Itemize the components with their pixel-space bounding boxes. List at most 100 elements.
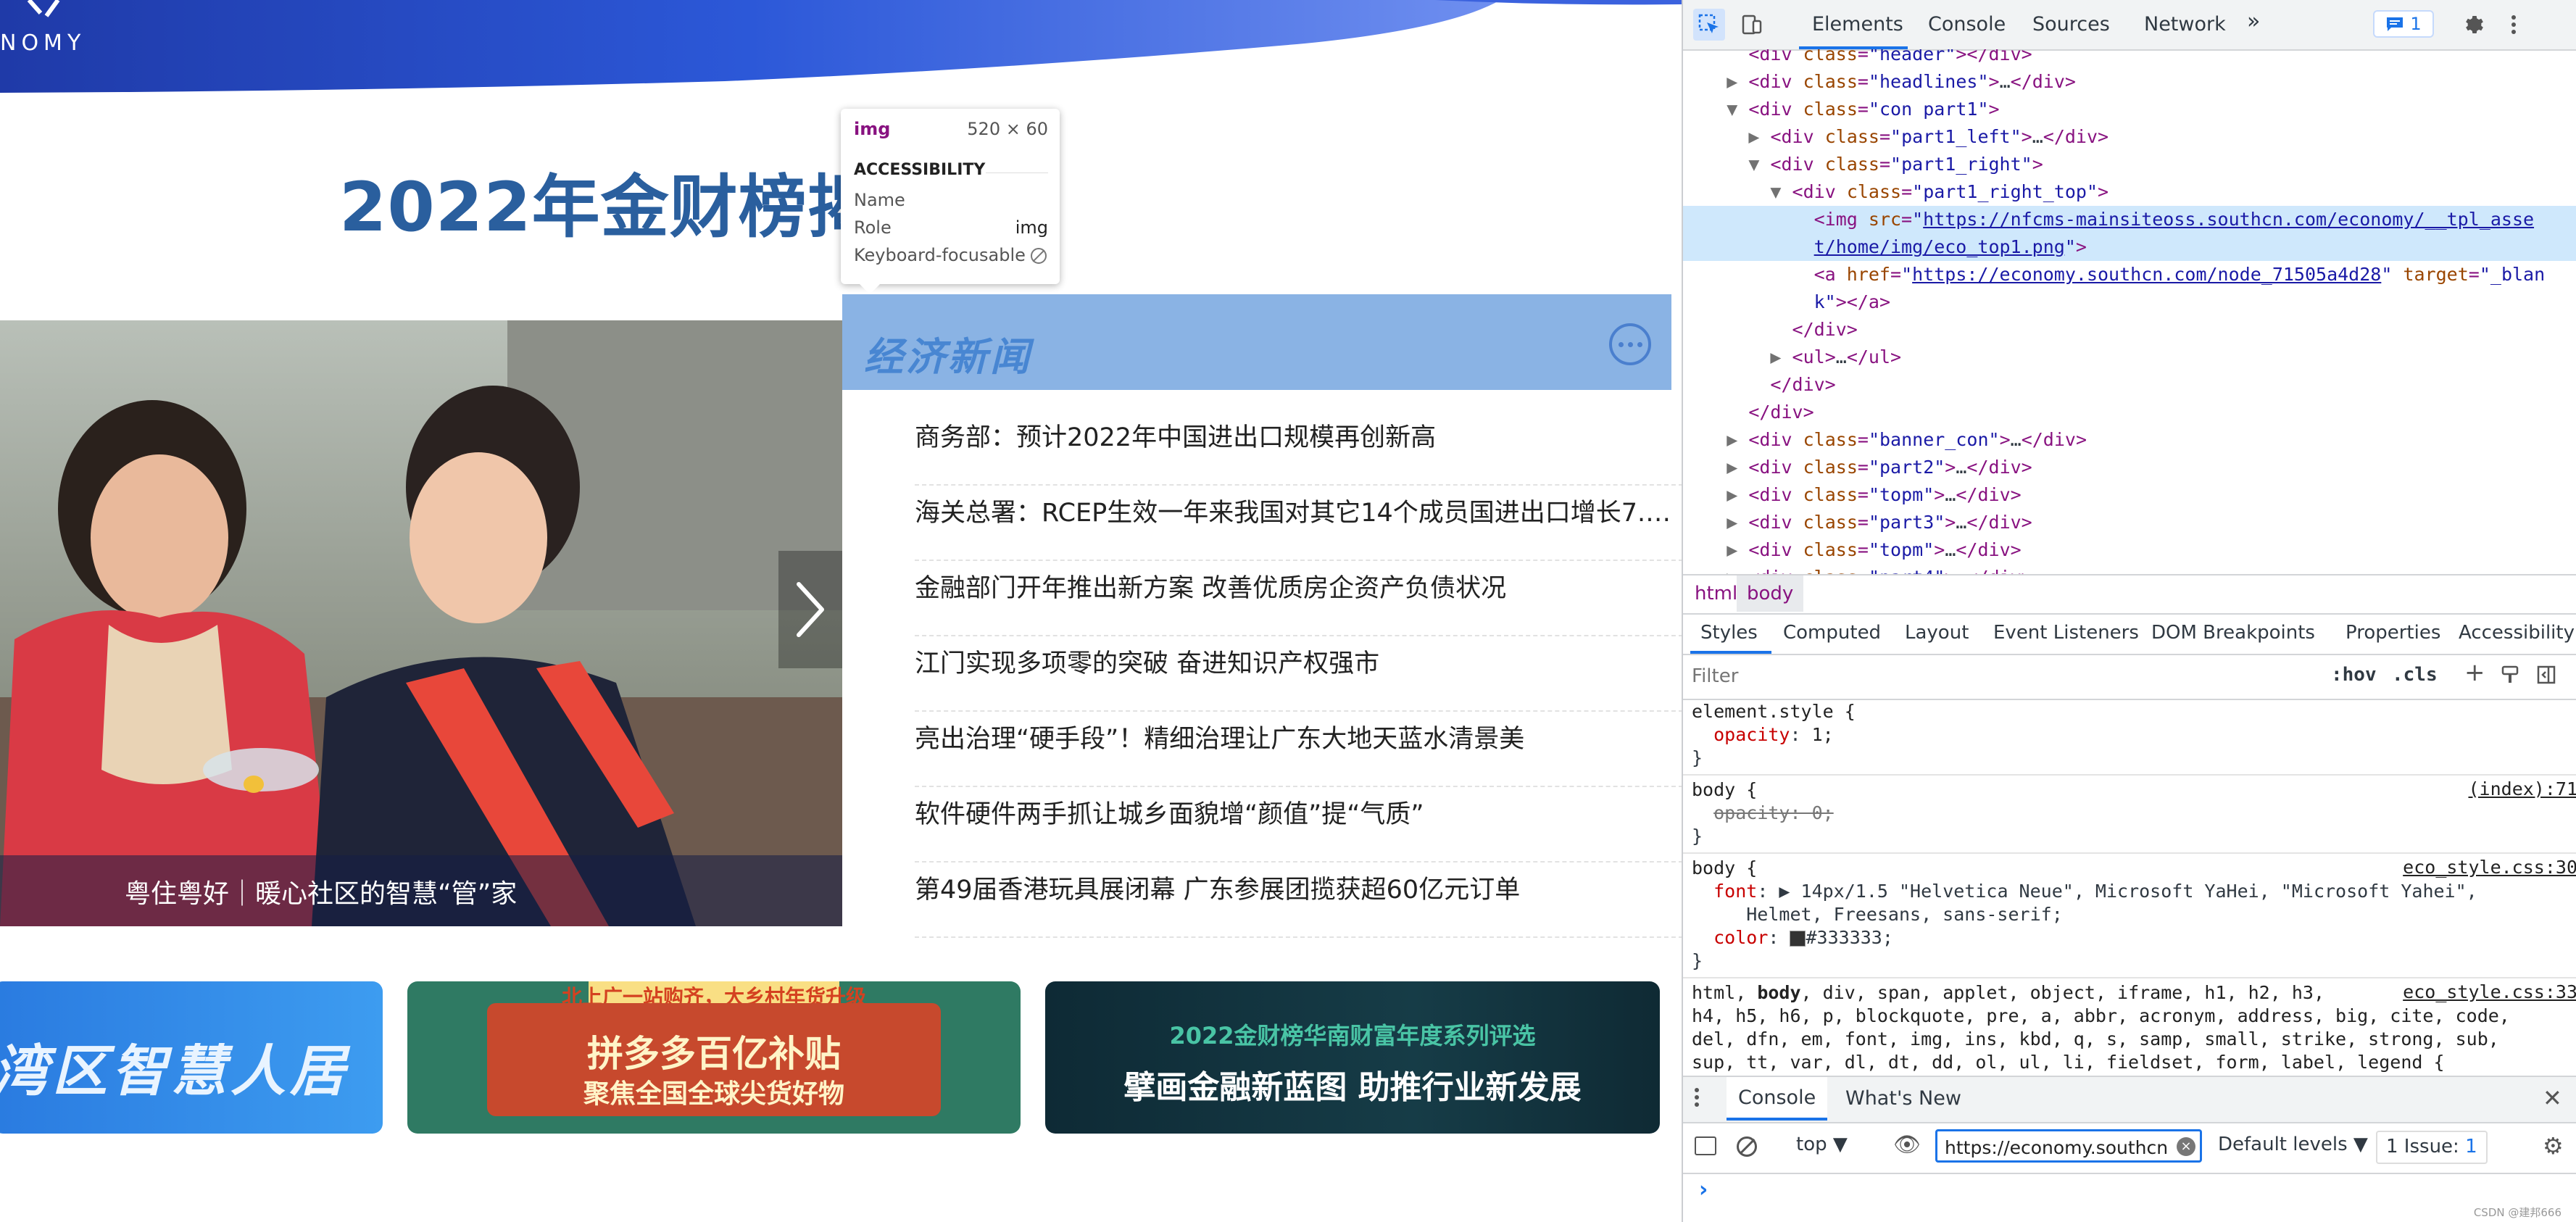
subtab-computed[interactable]: Computed (1783, 622, 1881, 644)
console-issues-button[interactable]: 1 Issue: 1 (2376, 1131, 2488, 1164)
image-slider[interactable]: 粤住粤好｜暖心社区的智慧“管”家 (0, 320, 842, 926)
dom-tree[interactable]: <div class="header"></div> ▶ <div class=… (1683, 49, 2576, 574)
dom-node[interactable]: ▼ <div class="part1_right"> (1683, 151, 2576, 178)
css-rule-selector[interactable]: element.style { (1692, 700, 1856, 723)
tab-console[interactable]: Console (1928, 13, 2006, 36)
dom-node[interactable]: </div> (1683, 316, 2576, 344)
css-declaration-overridden[interactable]: opacity: 0; (1692, 802, 1834, 825)
news-header-image[interactable]: 经济新闻 (842, 294, 1671, 390)
promo-3-top-text: 2022金财榜华南财富年度系列评选 (1169, 1022, 1536, 1049)
news-item[interactable]: 金融部门开年推出新方案 改善优质房企资产负债状况 (915, 561, 1682, 636)
dom-node[interactable]: ▼ <div class="part1_right_top"> (1683, 178, 2576, 206)
news-link[interactable]: 第49届香港玩具展闭幕 广东参展团揽获超60亿元订单 (915, 868, 1676, 912)
console-filter-input[interactable] (1943, 1134, 2171, 1160)
news-item[interactable]: 商务部：预计2022年中国进出口规模再创新高 (915, 410, 1682, 486)
inspect-element-button[interactable] (1693, 9, 1725, 41)
css-source-link[interactable]: eco_style.css:33 (2403, 981, 2576, 1002)
cls-toggle[interactable]: .cls (2392, 664, 2438, 686)
css-declaration[interactable]: font: ▶ 14px/1.5 "Helvetica Neue", Micro… (1692, 880, 2477, 903)
console-prompt-chevron-icon[interactable]: › (1699, 1177, 1708, 1202)
clear-console-icon[interactable] (1737, 1136, 1757, 1157)
css-rule-selector[interactable]: body { (1692, 778, 1757, 802)
dom-node[interactable]: <div class="header"></div> (1683, 49, 2576, 68)
news-link[interactable]: 金融部门开年推出新方案 改善优质房企资产负债状况 (915, 567, 1676, 610)
subtab-properties[interactable]: Properties (2346, 622, 2440, 644)
styles-filter-input[interactable] (1690, 661, 2317, 691)
dom-node-selected[interactable]: <img src="https://nfcms-mainsiteoss.sout… (1683, 206, 2576, 233)
news-link[interactable]: 江门实现多项零的突破 奋进知识产权强市 (915, 642, 1676, 686)
breadcrumb-html[interactable]: html (1695, 583, 1737, 604)
toggle-sidebar-icon[interactable] (2537, 665, 2556, 684)
promo-banner-smart-home[interactable]: 湾区智慧人居 (0, 981, 383, 1134)
drawer-menu-icon[interactable] (1693, 1086, 1700, 1114)
dom-node[interactable]: ▶ <div class="banner_con">…</div> (1683, 426, 2576, 454)
hov-toggle[interactable]: :hov (2331, 664, 2377, 686)
subtab-dom-breakpoints[interactable]: DOM Breakpoints (2151, 622, 2315, 644)
dom-node-cont[interactable]: k"></a> (1683, 288, 2576, 316)
news-item[interactable]: 第49届香港玩具展闭幕 广东参展团揽获超60亿元订单 (915, 863, 1682, 938)
promo-banner-jincaibang[interactable]: 2022金财榜华南财富年度系列评选 擘画金融新蓝图 助推行业新发展 (1045, 981, 1660, 1134)
settings-button[interactable] (2459, 9, 2490, 41)
slider-caption-bar[interactable]: 粤住粤好｜暖心社区的智慧“管”家 (0, 855, 842, 926)
slider-caption[interactable]: 粤住粤好｜暖心社区的智慧“管”家 (125, 873, 517, 910)
eye-icon[interactable]: 👁 (1893, 1132, 1921, 1157)
css-source-link[interactable]: (index):71 (2468, 778, 2576, 799)
dom-node[interactable]: </div> (1683, 399, 2576, 426)
dom-node[interactable]: ▼ <div class="con part1"> (1683, 96, 2576, 123)
drawer-tab-console[interactable]: Console (1727, 1077, 1828, 1121)
dom-node[interactable]: ▶ <div class="part2">…</div> (1683, 454, 2576, 481)
drawer-tabs: Console What's New ✕ (1683, 1076, 2576, 1123)
news-link[interactable]: 软件硬件两手抓让城乡面貌增“颜值”提“气质” (915, 793, 1676, 836)
promo-banner-pinduoduo[interactable]: 北上广一站购齐，大乡村年货升级 拼多多百亿补贴 聚焦全国全球尖货好物 (407, 981, 1021, 1134)
console-settings-gear-icon[interactable]: ⚙ (2543, 1132, 2564, 1160)
subtab-event-listeners[interactable]: Event Listeners (1993, 622, 2139, 644)
add-rule-icon[interactable]: + (2464, 658, 2485, 687)
dom-node[interactable]: ▶ <div class="headlines">…</div> (1683, 68, 2576, 96)
device-toolbar-button[interactable] (1735, 9, 1767, 41)
css-rule-selector[interactable]: body { (1692, 857, 1757, 880)
breadcrumb-body[interactable]: body (1737, 575, 1804, 612)
divider (1683, 774, 2576, 776)
devtools-menu-button[interactable] (2498, 9, 2530, 41)
context-selector[interactable]: top ▼ (1796, 1134, 1848, 1155)
news-item[interactable]: 海关总署：RCEP生效一年来我国对其它14个成员国进出口增长7.5% (915, 486, 1682, 561)
clear-filter-icon[interactable]: × (2177, 1137, 2195, 1156)
console-sidebar-icon[interactable] (1695, 1136, 1716, 1155)
issues-badge[interactable]: 1 (2373, 10, 2434, 38)
subtab-layout[interactable]: Layout (1905, 622, 1969, 644)
dom-node-selected-cont[interactable]: t/home/img/eco_top1.png"> (1683, 233, 2576, 261)
dom-node[interactable]: ▶ <div class="topm">…</div> (1683, 481, 2576, 509)
top-banner: NOMY (0, 0, 1682, 93)
dom-node[interactable]: <a href="https://economy.southcn.com/nod… (1683, 261, 2576, 288)
kebab-icon (2511, 15, 2516, 34)
dom-node[interactable]: </div> (1683, 371, 2576, 399)
news-item[interactable]: 江门实现多项零的突破 奋进知识产权强市 (915, 636, 1682, 712)
dom-node[interactable]: ▶ <div class="part1_left">…</div> (1683, 123, 2576, 151)
tab-network[interactable]: Network (2144, 13, 2226, 36)
news-link[interactable]: 商务部：预计2022年中国进出口规模再创新高 (915, 416, 1676, 460)
drawer-tab-whats-new[interactable]: What's New (1845, 1087, 1961, 1110)
news-link[interactable]: 海关总署：RCEP生效一年来我国对其它14个成员国进出口增长7.5% (915, 491, 1676, 535)
slider-next-button[interactable] (778, 551, 842, 668)
log-levels-dropdown[interactable]: Default levels ▼ (2218, 1134, 2368, 1155)
css-rule-selector[interactable]: html, body, div, span, applet, object, i… (1692, 981, 2324, 1005)
tab-elements[interactable]: Elements (1812, 13, 1903, 36)
dom-node[interactable]: ▶ <div class="topm">…</div> (1683, 536, 2576, 564)
paint-brush-icon[interactable] (2501, 665, 2519, 684)
css-declaration[interactable]: color: #333333; (1692, 926, 1893, 949)
close-icon[interactable]: ✕ (2543, 1084, 2562, 1112)
dom-node[interactable]: ▶ <div class="part3">…</div> (1683, 509, 2576, 536)
news-item[interactable]: 软件硬件两手抓让城乡面貌增“颜值”提“气质” (915, 787, 1682, 863)
dom-node[interactable]: ▶ <ul>…</ul> (1683, 344, 2576, 371)
news-link[interactable]: 亮出治理“硬手段”！精细治理让广东大地天蓝水清景美 (915, 718, 1676, 761)
dom-node[interactable]: ▶ <div class="part4">…</div> (1683, 564, 2576, 574)
subtab-styles[interactable]: Styles (1700, 622, 1758, 644)
more-icon[interactable] (1609, 323, 1651, 365)
css-declaration[interactable]: opacity: 1; (1692, 723, 1834, 747)
news-item[interactable]: 亮出治理“硬手段”！精细治理让广东大地天蓝水清景美 (915, 712, 1682, 787)
css-source-link[interactable]: eco_style.css:30 (2403, 857, 2576, 878)
more-tabs-button[interactable]: » (2247, 9, 2260, 34)
styles-pane[interactable]: element.style { opacity: 1; } body { (in… (1683, 700, 2576, 1076)
subtab-accessibility[interactable]: Accessibility (2459, 622, 2575, 644)
tab-sources[interactable]: Sources (2032, 13, 2110, 36)
